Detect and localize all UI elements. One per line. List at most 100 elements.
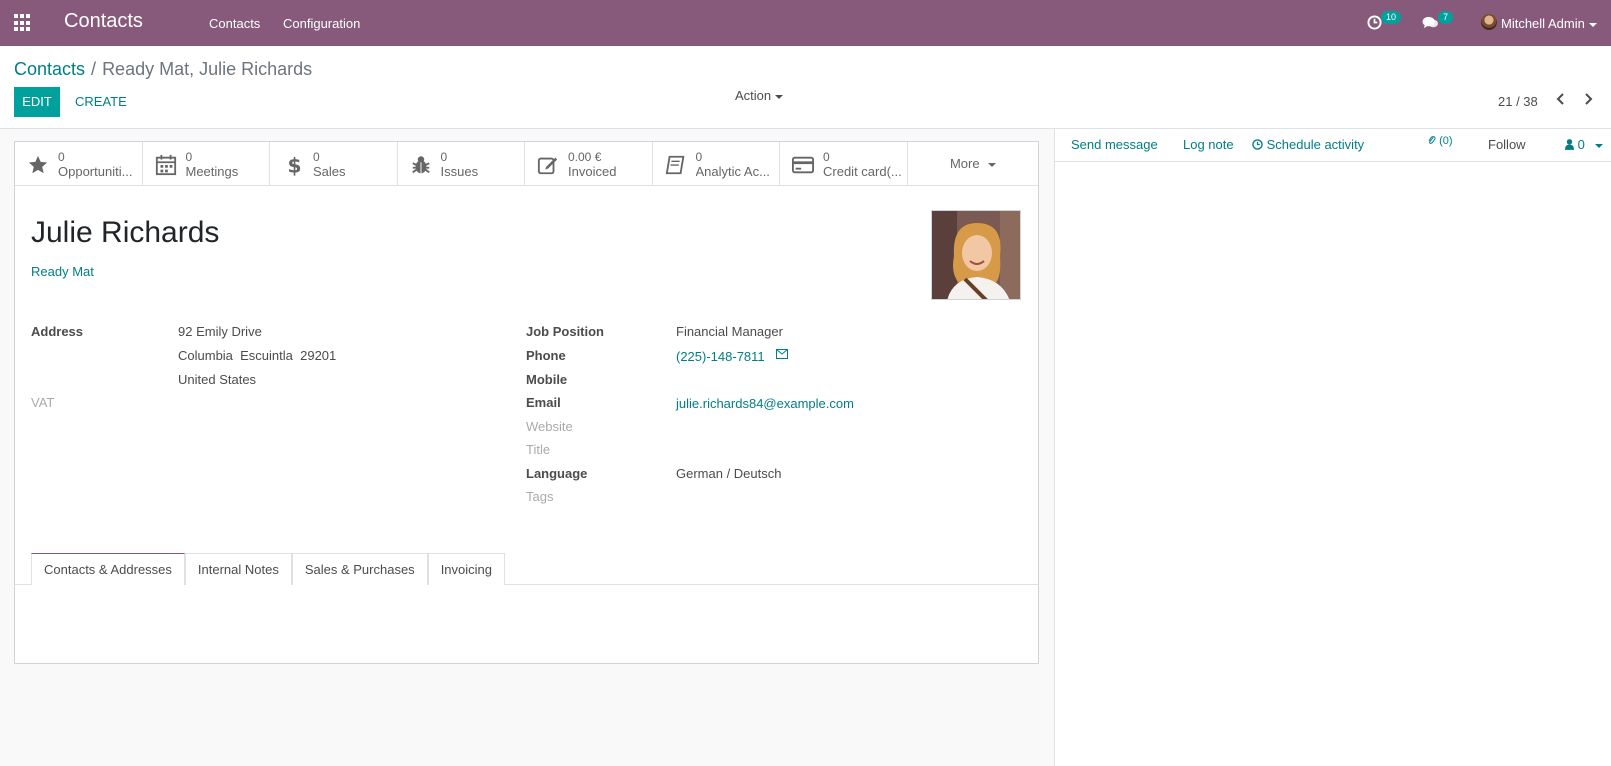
- chevron-down-icon: [987, 162, 996, 167]
- stat-value: 0: [823, 150, 830, 164]
- breadcrumb-separator: /: [91, 59, 97, 79]
- smart-buttons-bar: 0 Opportuniti... 0 Meetings $ 0 Sales 0 …: [15, 142, 1038, 186]
- form-sheet: 0 Opportuniti... 0 Meetings $ 0 Sales 0 …: [14, 141, 1039, 664]
- calendar-icon: [155, 154, 176, 176]
- followers-button[interactable]: 0: [1565, 137, 1603, 152]
- stat-value: 0: [313, 150, 320, 164]
- tab-internal-notes[interactable]: Internal Notes: [184, 553, 292, 585]
- breadcrumb-current: Ready Mat, Julie Richards: [102, 59, 313, 79]
- attachments-count: (0): [1439, 135, 1453, 147]
- stat-value: 0: [440, 150, 448, 164]
- contact-name: Julie Richards: [31, 216, 220, 249]
- bug-icon: [411, 156, 430, 174]
- chevron-down-icon: [1588, 22, 1597, 27]
- title-label: Title: [526, 442, 551, 457]
- stat-button-issues[interactable]: 0 Issues: [398, 142, 525, 186]
- action-label: Action: [735, 88, 772, 103]
- address-country[interactable]: United States: [178, 372, 256, 387]
- stat-value: 0: [58, 150, 65, 164]
- contact-photo-image: [932, 211, 1020, 299]
- schedule-activity-button[interactable]: Schedule activity: [1252, 137, 1364, 152]
- phone-label: Phone: [526, 348, 566, 363]
- envelope-icon[interactable]: [776, 349, 788, 359]
- more-label: More: [949, 156, 980, 171]
- stat-button-invoiced[interactable]: 0.00 € Invoiced: [525, 142, 653, 186]
- star-icon: [28, 155, 48, 174]
- language-value[interactable]: German / Deutsch: [676, 466, 782, 481]
- email-link[interactable]: julie.richards84@example.com: [676, 396, 854, 411]
- mobile-label: Mobile: [526, 372, 568, 387]
- follow-button[interactable]: Follow: [1488, 137, 1526, 152]
- stat-value: 0: [695, 150, 703, 164]
- menu-configuration[interactable]: Configuration: [283, 16, 360, 31]
- breadcrumb: Contacts / Ready Mat, Julie Richards: [14, 59, 312, 80]
- job-position-label: Job Position: [526, 324, 604, 339]
- activity-count-badge: 10: [1381, 11, 1402, 24]
- stat-label: Invoiced: [568, 164, 617, 179]
- log-note-button[interactable]: Log note: [1183, 137, 1234, 152]
- website-label: Website: [526, 419, 573, 434]
- clock-icon: [1367, 15, 1382, 30]
- app-title[interactable]: Contacts: [64, 10, 143, 33]
- tab-sales-purchases[interactable]: Sales & Purchases: [291, 553, 428, 585]
- company-link[interactable]: Ready Mat: [31, 264, 94, 279]
- message-count-badge: 7: [1438, 11, 1454, 24]
- phone-link[interactable]: (225)-148-7811: [676, 349, 765, 364]
- stat-label: Issues: [440, 164, 479, 179]
- notebook-tabs: Contacts & Addresses Internal Notes Sale…: [31, 553, 505, 585]
- stat-button-opportunities[interactable]: 0 Opportuniti...: [15, 142, 143, 186]
- user-icon: [1565, 139, 1574, 150]
- stat-button-credit-cards[interactable]: 0 Credit card(...: [780, 142, 908, 186]
- edit-icon: [537, 157, 558, 175]
- tags-label: Tags: [526, 489, 554, 504]
- dollar-icon: $: [288, 154, 302, 176]
- vat-label: VAT: [31, 395, 55, 410]
- stat-label: Opportuniti...: [58, 164, 133, 179]
- top-navbar: Contacts Contacts Configuration 10 7 Mit…: [0, 0, 1611, 46]
- contact-photo[interactable]: [931, 210, 1021, 300]
- address-street[interactable]: 92 Emily Drive: [178, 324, 262, 339]
- chat-bubbles-icon: [1422, 16, 1438, 29]
- stat-label: Sales: [313, 164, 346, 179]
- chatter-topbar: Send message Log note Schedule activity …: [1055, 129, 1611, 162]
- stat-label: Meetings: [185, 164, 239, 179]
- send-message-button[interactable]: Send message: [1071, 137, 1158, 152]
- stat-label: Credit card(...: [823, 164, 901, 179]
- stat-value: 0: [185, 150, 193, 164]
- language-label: Language: [526, 466, 588, 481]
- stat-button-sales[interactable]: $ 0 Sales: [270, 142, 398, 186]
- more-dropdown[interactable]: More: [908, 142, 1039, 185]
- tab-invoicing[interactable]: Invoicing: [427, 553, 505, 585]
- followers-count: 0: [1577, 137, 1585, 152]
- breadcrumb-contacts-link[interactable]: Contacts: [14, 59, 85, 79]
- chevron-right-icon[interactable]: [1581, 92, 1595, 106]
- stat-value: 0.00 €: [568, 150, 602, 164]
- edit-button[interactable]: EDIT: [14, 87, 60, 117]
- chatter-panel: Send message Log note Schedule activity …: [1054, 129, 1611, 766]
- address-city-line[interactable]: Columbia Escuintla 29201: [178, 348, 336, 363]
- address-label: Address: [31, 324, 84, 339]
- attachments-button[interactable]: (0): [1427, 135, 1453, 147]
- stat-button-meetings[interactable]: 0 Meetings: [143, 142, 270, 186]
- control-panel: Contacts / Ready Mat, Julie Richards EDIT …: [0, 46, 1611, 129]
- stat-label: Analytic Ac...: [695, 164, 770, 179]
- user-menu[interactable]: Mitchell Admin: [1501, 16, 1597, 31]
- schedule-activity-label: Schedule activity: [1266, 137, 1365, 152]
- create-button[interactable]: CREATE: [75, 87, 127, 117]
- book-icon: [665, 155, 684, 175]
- paperclip-icon: [1428, 136, 1436, 144]
- chevron-left-icon[interactable]: [1554, 92, 1568, 106]
- pager-value[interactable]: 21 / 38: [1498, 94, 1538, 109]
- action-dropdown[interactable]: Action: [735, 88, 784, 103]
- email-label: Email: [526, 395, 561, 410]
- svg-text:$: $: [288, 154, 302, 176]
- menu-contacts[interactable]: Contacts: [209, 16, 260, 31]
- user-name: Mitchell Admin: [1501, 16, 1585, 31]
- stat-button-analytic-accounts[interactable]: 0 Analytic Ac...: [653, 142, 780, 186]
- job-position-value[interactable]: Financial Manager: [676, 324, 783, 339]
- tab-contacts-addresses[interactable]: Contacts & Addresses: [31, 553, 185, 585]
- avatar[interactable]: [1481, 14, 1497, 30]
- apps-menu-icon[interactable]: [14, 14, 32, 32]
- credit-card-icon: [792, 156, 814, 174]
- chevron-down-icon: [1594, 143, 1603, 148]
